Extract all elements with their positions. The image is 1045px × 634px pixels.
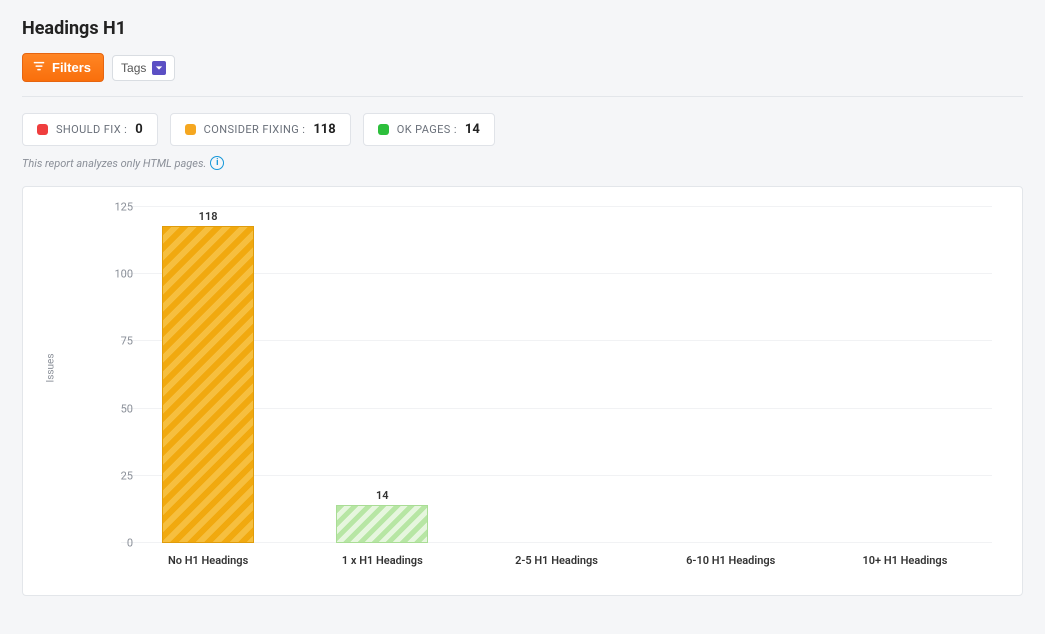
page-title: Headings H1 (22, 18, 1023, 39)
x-tick-label: 2-5 H1 Headings (469, 546, 643, 567)
stat-ok-pages[interactable]: OK PAGES : 14 (363, 113, 495, 146)
chart-card: Issues 025507510012511814 No H1 Headings… (22, 186, 1023, 596)
stat-label: SHOULD FIX : (56, 123, 127, 136)
bars-row: 118 14 (121, 207, 992, 543)
bar-slot (644, 207, 818, 543)
bar-slot: 118 (121, 207, 295, 543)
status-dot-red (37, 124, 48, 135)
toolbar: Filters Tags (22, 53, 1023, 82)
stat-consider-fixing[interactable]: CONSIDER FIXING : 118 (170, 113, 351, 146)
info-icon[interactable]: i (210, 156, 224, 170)
filter-icon (32, 59, 46, 76)
tags-button[interactable]: Tags (112, 55, 175, 81)
note-text: This report analyzes only HTML pages. (22, 157, 206, 170)
bar[interactable]: 14 (336, 505, 428, 543)
bar-value-label: 14 (376, 489, 389, 506)
stat-value: 14 (465, 122, 480, 137)
bar-chart: Issues 025507510012511814 No H1 Headings… (101, 207, 992, 567)
stat-value: 0 (135, 122, 142, 137)
plot-area: 025507510012511814 (121, 207, 992, 543)
stats-row: SHOULD FIX : 0 CONSIDER FIXING : 118 OK … (22, 113, 1023, 146)
y-axis-label: Issues (46, 353, 57, 382)
stat-label: CONSIDER FIXING : (204, 123, 306, 136)
bar-slot: 14 (295, 207, 469, 543)
bar-slot (818, 207, 992, 543)
bar-slot (469, 207, 643, 543)
bar[interactable]: 118 (162, 226, 254, 543)
status-dot-green (378, 124, 389, 135)
stat-should-fix[interactable]: SHOULD FIX : 0 (22, 113, 158, 146)
bar-value-label: 118 (199, 210, 218, 227)
divider (22, 96, 1023, 97)
stat-label: OK PAGES : (397, 123, 457, 136)
report-note: This report analyzes only HTML pages. i (22, 156, 1023, 170)
x-tick-label: No H1 Headings (121, 546, 295, 567)
status-dot-orange (185, 124, 196, 135)
x-axis-labels: No H1 Headings1 x H1 Headings2-5 H1 Head… (121, 546, 992, 567)
stat-value: 118 (313, 122, 335, 137)
x-tick-label: 1 x H1 Headings (295, 546, 469, 567)
chevron-down-icon (152, 61, 166, 75)
x-tick-label: 10+ H1 Headings (818, 546, 992, 567)
filters-button[interactable]: Filters (22, 53, 104, 82)
filters-label: Filters (52, 60, 91, 75)
tags-label: Tags (121, 61, 146, 75)
x-tick-label: 6-10 H1 Headings (644, 546, 818, 567)
